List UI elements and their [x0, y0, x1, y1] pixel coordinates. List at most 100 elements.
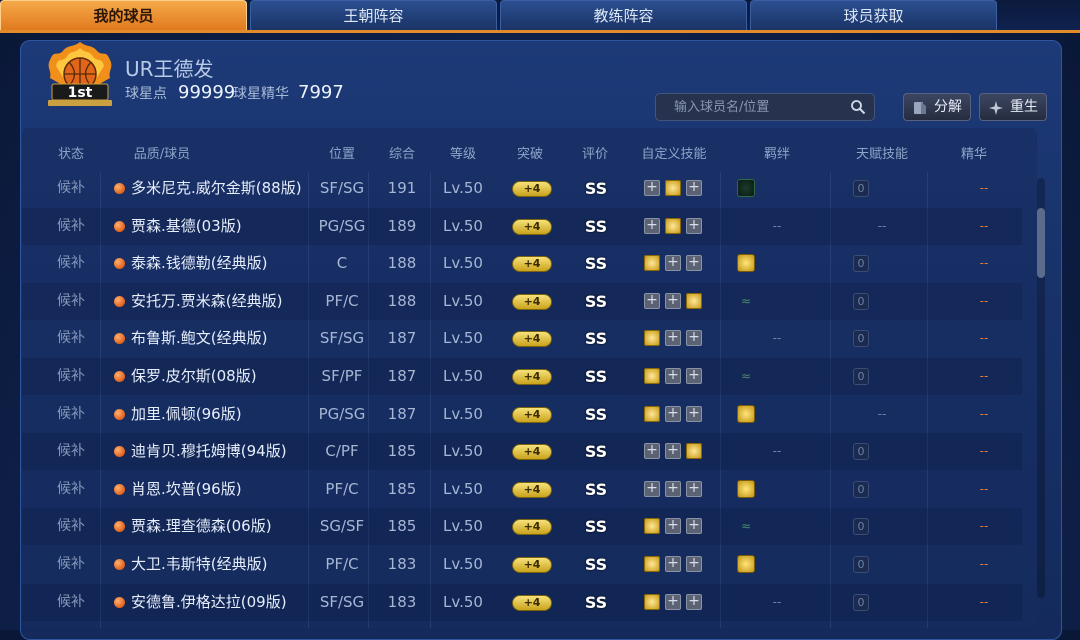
skill-add-icon[interactable]: + — [644, 480, 660, 497]
player-name-cell[interactable]: 保罗.皮尔斯(08版) — [114, 358, 257, 395]
skill-add-icon[interactable]: + — [686, 255, 702, 272]
header-status[interactable]: 状态 — [58, 143, 84, 162]
skill-gold-icon[interactable] — [686, 292, 702, 309]
skill-add-icon[interactable]: + — [644, 292, 660, 309]
skill-add-icon[interactable]: + — [665, 518, 681, 535]
search-icon[interactable] — [850, 99, 866, 115]
search-box[interactable] — [655, 93, 875, 121]
skill-add-icon[interactable]: + — [686, 480, 702, 497]
table-row[interactable]: 候补 安托万.贾米森(经典版) PF/C 188 Lv.50 +4 SS + + ≈0 -- — [22, 282, 1022, 320]
table-row[interactable]: 候补 泰森.钱德勒(经典版) C 188 Lv.50 +4 SS + +0 -- — [22, 245, 1022, 282]
bond-icon[interactable]: ≈ — [737, 367, 755, 385]
skill-add-icon[interactable]: + — [665, 292, 681, 309]
decompose-icon — [914, 102, 926, 114]
search-input[interactable] — [656, 94, 846, 120]
skill-add-icon[interactable]: + — [686, 405, 702, 422]
player-name-cell[interactable]: 肖恩.坎普(96版) — [114, 471, 242, 508]
header-custom-skills[interactable]: 自定义技能 — [641, 143, 706, 162]
skill-add-icon[interactable]: + — [644, 180, 660, 196]
bond-icon[interactable] — [737, 179, 755, 197]
skill-add-icon[interactable]: + — [665, 480, 681, 497]
bond-icon[interactable] — [737, 254, 755, 273]
scrollbar-thumb[interactable] — [1037, 208, 1045, 278]
player-name-cell[interactable]: 加里.佩顿(96版) — [114, 396, 242, 433]
skill-add-icon[interactable]: + — [644, 443, 660, 460]
skill-add-icon[interactable]: + — [665, 556, 681, 572]
skill-gold-icon[interactable] — [644, 593, 660, 610]
skill-gold-icon[interactable] — [644, 518, 660, 535]
table-row[interactable]: 候补 加里.佩顿(96版) PG/SG 187 Lv.50 +4 SS + + -- -- — [22, 396, 1022, 433]
player-name-cell[interactable]: 贾森.基德(03版) — [114, 208, 242, 245]
skill-add-icon[interactable]: + — [686, 368, 702, 384]
rating-cell: SS — [584, 442, 608, 462]
player-name-cell[interactable]: 安德鲁.伊格达拉(09版) — [114, 584, 287, 621]
player-name-cell[interactable]: 布鲁斯.鲍文(经典版) — [114, 320, 267, 357]
bond-icon[interactable] — [737, 479, 755, 498]
skill-gold-icon[interactable] — [644, 556, 660, 572]
skill-add-icon[interactable]: + — [665, 443, 681, 460]
skill-add-icon[interactable]: + — [686, 330, 702, 347]
tab-dynasty-lineup[interactable]: 王朝阵容 — [250, 0, 497, 30]
skill-add-icon[interactable]: + — [665, 593, 681, 610]
table-row[interactable]: 候补 布鲁斯.鲍文(经典版) SF/SG 187 Lv.50 +4 SS + + -- 0 -- — [22, 320, 1022, 357]
header-position[interactable]: 位置 — [329, 143, 355, 162]
table-row[interactable]: 候补 保罗.皮尔斯(08版) SF/PF 187 Lv.50 +4 SS + + ≈0 -- — [22, 358, 1022, 395]
bond-icon[interactable]: ≈ — [737, 292, 755, 310]
tab-player-acquire[interactable]: 球员获取 — [750, 0, 997, 30]
tab-coach-lineup[interactable]: 教练阵容 — [500, 0, 747, 30]
header-talent[interactable]: 天赋技能 — [856, 143, 908, 162]
skill-add-icon[interactable]: + — [665, 405, 681, 422]
skill-add-icon[interactable]: + — [686, 518, 702, 535]
table-row[interactable]: 候补 肖恩.坎普(96版) PF/C 185 Lv.50 +4 SS + + +0 -- — [22, 471, 1022, 508]
skill-add-icon[interactable]: + — [644, 217, 660, 234]
header-player[interactable]: 品质/球员 — [134, 143, 190, 162]
player-name-cell[interactable]: 贾森.理查德森(06版) — [114, 508, 272, 545]
skill-add-icon[interactable]: + — [686, 180, 702, 196]
player-name-cell[interactable]: 安托万.贾米森(经典版) — [114, 283, 282, 320]
player-name-text: 迪肯贝.穆托姆博(94版) — [131, 442, 287, 461]
skill-gold-icon[interactable] — [644, 405, 660, 422]
rebirth-button[interactable]: 重生 — [979, 93, 1047, 121]
table-row[interactable]: 候补 大卫.韦斯特(经典版) PF/C 183 Lv.50 +4 SS + +0 -- — [22, 546, 1022, 583]
skill-add-icon[interactable]: + — [665, 255, 681, 272]
header-rating[interactable]: 评价 — [582, 143, 608, 162]
skill-add-icon[interactable]: + — [686, 556, 702, 572]
skill-gold-icon[interactable] — [665, 217, 681, 234]
player-name-cell[interactable]: 大卫.韦斯特(经典版) — [114, 546, 267, 583]
table-row[interactable]: 候补 迪肯贝.穆托姆博(94版) C/PF 185 Lv.50 +4 SS + + -- 0 -- — [22, 433, 1022, 471]
bond-icon[interactable] — [737, 555, 755, 573]
header-breakthrough[interactable]: 突破 — [517, 143, 543, 162]
table-row[interactable]: 候补 贾森.基德(03版) PG/SG 189 Lv.50 +4 SS + + -- -- -- — [22, 207, 1022, 245]
header-level[interactable]: 等级 — [450, 143, 476, 162]
player-name-cell[interactable]: 泰森.钱德勒(经典版) — [114, 245, 267, 282]
player-name-text: 安托万.贾米森(经典版) — [131, 291, 283, 310]
table-row[interactable]: 候补 贾森.理查德森(06版) SG/SF 185 Lv.50 +4 SS + + ≈0 -- — [22, 508, 1022, 546]
status-cell: 候补 — [57, 518, 85, 535]
breakthrough-badge: +4 — [512, 331, 552, 348]
scrollbar[interactable] — [1037, 178, 1045, 598]
player-name-cell[interactable]: 迪肯贝.穆托姆博(94版) — [114, 433, 287, 470]
header-essence[interactable]: 精华 — [961, 143, 987, 162]
overall-cell: 187 — [387, 404, 417, 423]
table-row[interactable]: 候补 安德鲁.伊格达拉(09版) SF/SG 183 Lv.50 +4 SS + + -- 0 -- — [22, 583, 1022, 621]
skill-add-icon[interactable]: + — [665, 368, 681, 384]
header-bond[interactable]: 羁绊 — [764, 143, 790, 162]
skill-gold-icon[interactable] — [686, 443, 702, 460]
skill-gold-icon[interactable] — [665, 180, 681, 196]
status-cell: 候补 — [57, 292, 85, 309]
bond-icon[interactable]: ≈ — [737, 517, 755, 535]
table-row[interactable]: 候补 多米尼克.威尔金斯(88版) SF/SG 191 Lv.50 +4 SS + +0 -- — [22, 170, 1022, 207]
header-overall[interactable]: 综合 — [389, 143, 415, 162]
tab-my-players[interactable]: 我的球员 — [0, 0, 247, 30]
skill-gold-icon[interactable] — [644, 255, 660, 272]
status-cell: 候补 — [57, 556, 85, 572]
skill-gold-icon[interactable] — [644, 330, 660, 347]
bond-icon[interactable] — [737, 404, 755, 423]
overall-cell: 183 — [387, 592, 417, 611]
skill-add-icon[interactable]: + — [686, 217, 702, 234]
skill-add-icon[interactable]: + — [686, 593, 702, 610]
skill-add-icon[interactable]: + — [665, 330, 681, 347]
decompose-button[interactable]: 分解 — [903, 93, 971, 121]
skill-gold-icon[interactable] — [644, 368, 660, 384]
player-name-cell[interactable]: 多米尼克.威尔金斯(88版) — [114, 170, 302, 207]
